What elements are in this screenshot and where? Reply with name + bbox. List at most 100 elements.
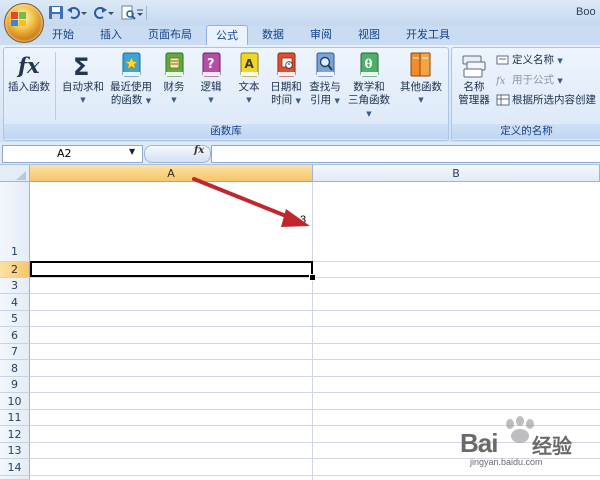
defined-names-caption: 定义的名称	[452, 124, 600, 139]
formula-input[interactable]	[211, 145, 600, 163]
name-box[interactable]	[2, 145, 143, 163]
insert-function-fx-button[interactable]: fx	[194, 145, 204, 156]
text-label: 文本	[238, 81, 260, 93]
lookup-reference-label-2: 引用	[310, 94, 332, 106]
row-header-10[interactable]: 10	[0, 393, 30, 410]
tab-review[interactable]: 审阅	[304, 26, 338, 44]
row-header-5[interactable]: 5	[0, 311, 30, 327]
tab-home[interactable]: 开始	[46, 26, 80, 44]
chevron-down-icon: ▼	[334, 97, 340, 105]
column-header-b[interactable]: B	[313, 165, 600, 182]
more-functions-label: 其他函数	[400, 81, 442, 93]
row-header-7[interactable]: 7	[0, 344, 30, 360]
use-in-formula-button[interactable]: fx 用于公式 ▼	[495, 72, 563, 88]
grid-line	[30, 310, 600, 311]
recently-used-label-2: 的函数	[110, 94, 143, 106]
name-manager-icon	[462, 55, 486, 78]
chevron-down-icon: ▼	[80, 96, 86, 104]
save-icon[interactable]	[48, 5, 64, 20]
text-button[interactable]: A 文本 ▼	[232, 50, 266, 107]
svg-text:?: ?	[207, 57, 215, 72]
datetime-book-icon	[277, 52, 296, 77]
svg-text:fx: fx	[16, 53, 40, 78]
chevron-down-icon: ▼	[557, 57, 563, 65]
svg-text:θ: θ	[365, 57, 373, 71]
fill-handle[interactable]	[309, 274, 316, 281]
row-header-11[interactable]: 11	[0, 410, 30, 426]
date-time-button[interactable]: 日期和 时间 ▼	[267, 50, 305, 108]
math-trig-label-1: 数学和	[353, 81, 385, 93]
chevron-down-icon: ▼	[295, 97, 301, 105]
title-bar	[0, 0, 600, 26]
chevron-down-icon: ▼	[557, 77, 563, 85]
tab-insert[interactable]: 插入	[94, 26, 128, 44]
tab-data[interactable]: 数据	[256, 26, 290, 44]
print-preview-icon[interactable]	[120, 5, 136, 20]
customize-qat-icon[interactable]	[136, 5, 144, 20]
grid-line	[30, 326, 600, 327]
row-header-14[interactable]: 14	[0, 459, 30, 476]
chevron-down-icon: ▼	[246, 96, 252, 104]
svg-text:A: A	[245, 57, 255, 71]
ribbon-tab-strip	[0, 26, 600, 46]
math-trig-button[interactable]: θ 数学和 三角函数 ▼	[344, 50, 394, 121]
more-functions-button[interactable]: 其他函数 ▼	[396, 50, 446, 107]
tab-page-layout[interactable]: 页面布局	[142, 26, 198, 44]
row-header-2[interactable]: 2	[0, 262, 30, 278]
row-header-13[interactable]: 13	[0, 443, 30, 459]
cell-b1[interactable]	[313, 182, 600, 261]
financial-label: 财务	[163, 81, 185, 93]
use-in-formula-label: 用于公式	[512, 74, 554, 86]
row-header-3[interactable]: 3	[0, 278, 30, 294]
row-header-1[interactable]: 1	[0, 182, 30, 262]
grid-line	[30, 359, 600, 360]
redo-icon[interactable]	[92, 5, 108, 20]
row-header-12[interactable]: 12	[0, 426, 30, 443]
chevron-down-icon: ▼	[366, 110, 372, 118]
row-header-4[interactable]: 4	[0, 294, 30, 311]
date-time-label-1: 日期和	[270, 81, 302, 93]
logical-button[interactable]: ? 逻辑 ▼	[195, 50, 227, 107]
selected-cell-a2[interactable]	[30, 261, 313, 277]
grid-line	[30, 392, 600, 393]
lookup-reference-label-1: 查找与	[309, 81, 341, 93]
grid-line	[30, 343, 600, 344]
lookup-book-icon	[316, 52, 335, 77]
name-manager-button[interactable]: 名称 管理器	[454, 50, 494, 107]
insert-function-button[interactable]: fx 插入函数	[5, 50, 53, 94]
watermark-url: jingyan.baidu.com	[470, 457, 543, 467]
redo-dropdown-icon[interactable]	[107, 5, 115, 20]
math-trig-label-2: 三角函数	[348, 94, 390, 106]
create-from-selection-button[interactable]: 根据所选内容创建	[496, 92, 596, 108]
insert-function-label: 插入函数	[8, 81, 50, 93]
logical-label: 逻辑	[200, 81, 222, 93]
tab-view[interactable]: 视图	[352, 26, 386, 44]
sigma-icon: Σ	[73, 53, 89, 80]
name-box-dropdown-icon[interactable]: ▼	[129, 147, 135, 156]
tab-formulas[interactable]: 公式	[206, 25, 248, 45]
financial-button[interactable]: 财务 ▼	[158, 50, 190, 107]
undo-dropdown-icon[interactable]	[80, 5, 88, 20]
grid-line	[30, 409, 600, 410]
grid-line	[30, 376, 600, 377]
select-all-triangle-icon	[16, 171, 26, 180]
lookup-reference-button[interactable]: 查找与 引用 ▼	[306, 50, 344, 108]
row-header-6[interactable]: 6	[0, 327, 30, 344]
create-from-selection-icon	[496, 94, 510, 106]
tab-developer[interactable]: 开发工具	[400, 26, 456, 44]
row-header-8[interactable]: 8	[0, 360, 30, 377]
star-book-icon	[122, 52, 141, 77]
date-time-label-2: 时间	[271, 94, 293, 106]
chevron-down-icon: ▼	[208, 96, 214, 104]
name-box-value: A2	[57, 147, 72, 160]
function-library-caption: 函数库	[4, 124, 448, 139]
office-logo-icon	[11, 12, 26, 26]
row-header-9[interactable]: 9	[0, 377, 30, 393]
watermark-brand-cn: 经验	[532, 434, 572, 458]
recently-used-label-1: 最近使用	[110, 81, 152, 93]
autosum-button[interactable]: Σ 自动求和 ▼	[60, 50, 106, 107]
recently-used-button[interactable]: 最近使用 的函数 ▼	[107, 50, 155, 108]
define-name-button[interactable]: 定义名称 ▼	[496, 52, 563, 68]
window-title: Boo	[576, 6, 596, 18]
row-header-15[interactable]: 15	[0, 476, 30, 480]
